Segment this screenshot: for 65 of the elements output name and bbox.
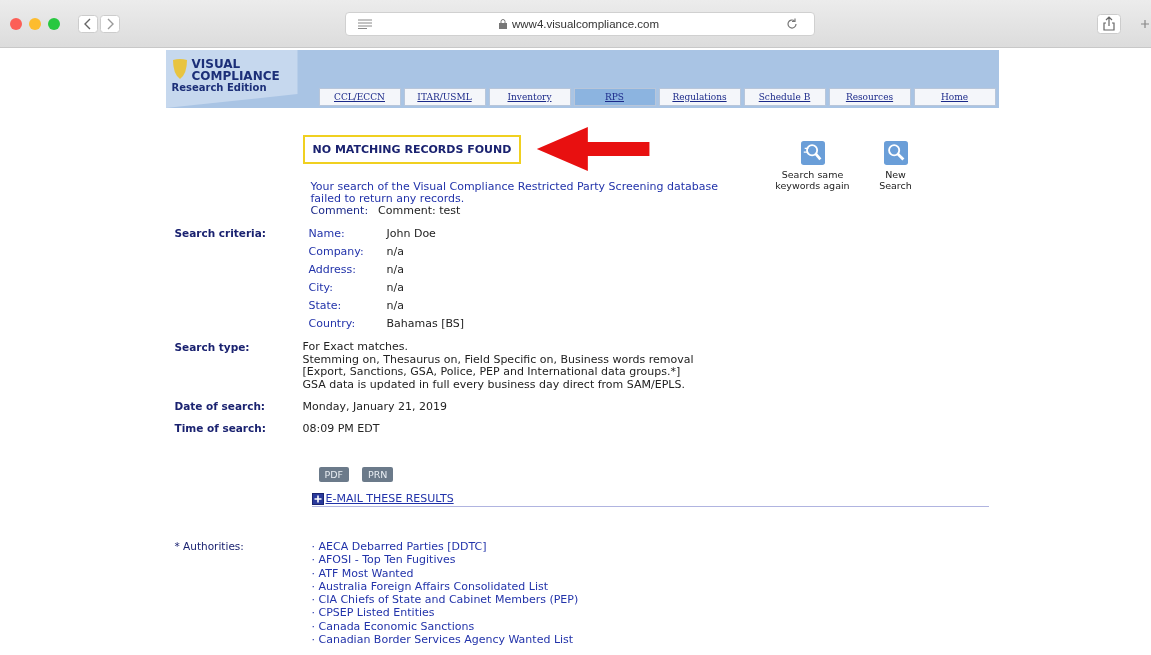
share-button[interactable] xyxy=(1097,13,1121,34)
authority-item: · Canada Economic Sanctions xyxy=(311,619,476,634)
field-label: State: xyxy=(308,299,343,313)
comment-value: Comment: test xyxy=(378,205,461,217)
nav-tab[interactable]: RPS xyxy=(573,88,656,106)
close-window-icon[interactable] xyxy=(10,17,22,30)
zoom-window-icon[interactable] xyxy=(48,17,60,30)
section-label: Date of search: xyxy=(173,400,267,413)
field-label: Country: xyxy=(308,317,357,331)
field-label: Address: xyxy=(308,263,357,277)
section-label: * Authorities: xyxy=(173,540,245,554)
field-value: John Doe xyxy=(386,227,437,241)
field-value: Bahamas [BS] xyxy=(386,317,465,331)
shield-icon xyxy=(171,58,188,80)
field-label: Name: xyxy=(308,227,346,241)
nav-tab[interactable]: Regulations xyxy=(658,88,741,106)
search-type-text: Stemming on, Thesaurus on, Field Specific on, Business words removal xyxy=(302,353,694,366)
authority-item: · AFOSI - Top Ten Fugitives xyxy=(311,553,457,567)
nav-tab[interactable]: Inventory xyxy=(488,88,571,106)
date-value: Monday, January 21, 2019 xyxy=(302,400,448,413)
field-label: City: xyxy=(308,281,334,295)
section-label: Search type: xyxy=(173,341,251,355)
no-records-banner: NO MATCHING RECORDS FOUND xyxy=(302,134,522,164)
nav-tab[interactable]: Schedule B xyxy=(743,88,826,106)
search-action-link[interactable]: New Search xyxy=(875,141,916,191)
comment-label: Comment: xyxy=(310,205,369,217)
url-text: www4.visualcompliance.com xyxy=(512,17,659,30)
section-label: Time of search: xyxy=(173,422,267,435)
field-value: n/a xyxy=(386,245,405,259)
reload-icon[interactable] xyxy=(786,17,798,30)
section-label: Search criteria: xyxy=(173,227,267,241)
repeat-search-icon xyxy=(800,141,825,165)
nav-tab[interactable]: Home xyxy=(913,88,996,106)
email-results-link[interactable]: E-MAIL THESE RESULTS xyxy=(325,492,454,505)
search-type-text: [Export, Sanctions, GSA, Police, PEP and International data groups.*] xyxy=(302,366,682,379)
field-label: Company: xyxy=(308,245,365,259)
logo-text: VISUAL xyxy=(191,58,242,70)
authority-item: · Canadian Border Services Agency Wanted List xyxy=(311,633,575,647)
search-icon xyxy=(883,141,908,165)
export-button[interactable]: PDF xyxy=(318,467,349,482)
field-value: n/a xyxy=(386,263,405,277)
search-type-text: For Exact matches. xyxy=(302,341,410,354)
edition-text: Research Edition xyxy=(171,82,268,94)
authority-item: · Australia Foreign Affairs Consolidated List xyxy=(311,579,549,594)
search-type-text: GSA data is updated in full every business day direct from SAM/EPLS. xyxy=(302,378,686,391)
field-value: n/a xyxy=(386,281,405,295)
logo-text: COMPLIANCE xyxy=(191,70,281,82)
lock-icon xyxy=(499,18,507,29)
nav-tab[interactable]: Resources xyxy=(828,88,911,106)
expand-icon[interactable] xyxy=(311,492,324,505)
address-bar[interactable]: www4.visualcompliance.com xyxy=(345,11,815,36)
forward-button[interactable] xyxy=(100,14,120,33)
authority-item: · ATF Most Wanted xyxy=(311,566,415,580)
search-action-link[interactable]: Search same keywords again xyxy=(767,141,858,191)
time-value: 08:09 PM EDT xyxy=(302,422,380,435)
authority-item: · CPSEP Listed Entities xyxy=(311,606,436,620)
field-value: n/a xyxy=(386,299,405,313)
authority-item: · AECA Debarred Parties [DDTC] xyxy=(311,540,488,554)
nav-tab[interactable]: ITAR/USML xyxy=(403,88,486,106)
message-text: Your search of the Visual Compliance Restricted Party Screening database failed to return any records. xyxy=(310,181,719,205)
nav-tab[interactable]: CCL/ECCN xyxy=(318,88,401,106)
authority-item: · CIA Chiefs of State and Cabinet Members (PEP) xyxy=(311,593,579,607)
back-button[interactable] xyxy=(78,14,98,33)
export-button[interactable]: PRN xyxy=(362,467,394,482)
reader-icon[interactable] xyxy=(358,18,372,29)
